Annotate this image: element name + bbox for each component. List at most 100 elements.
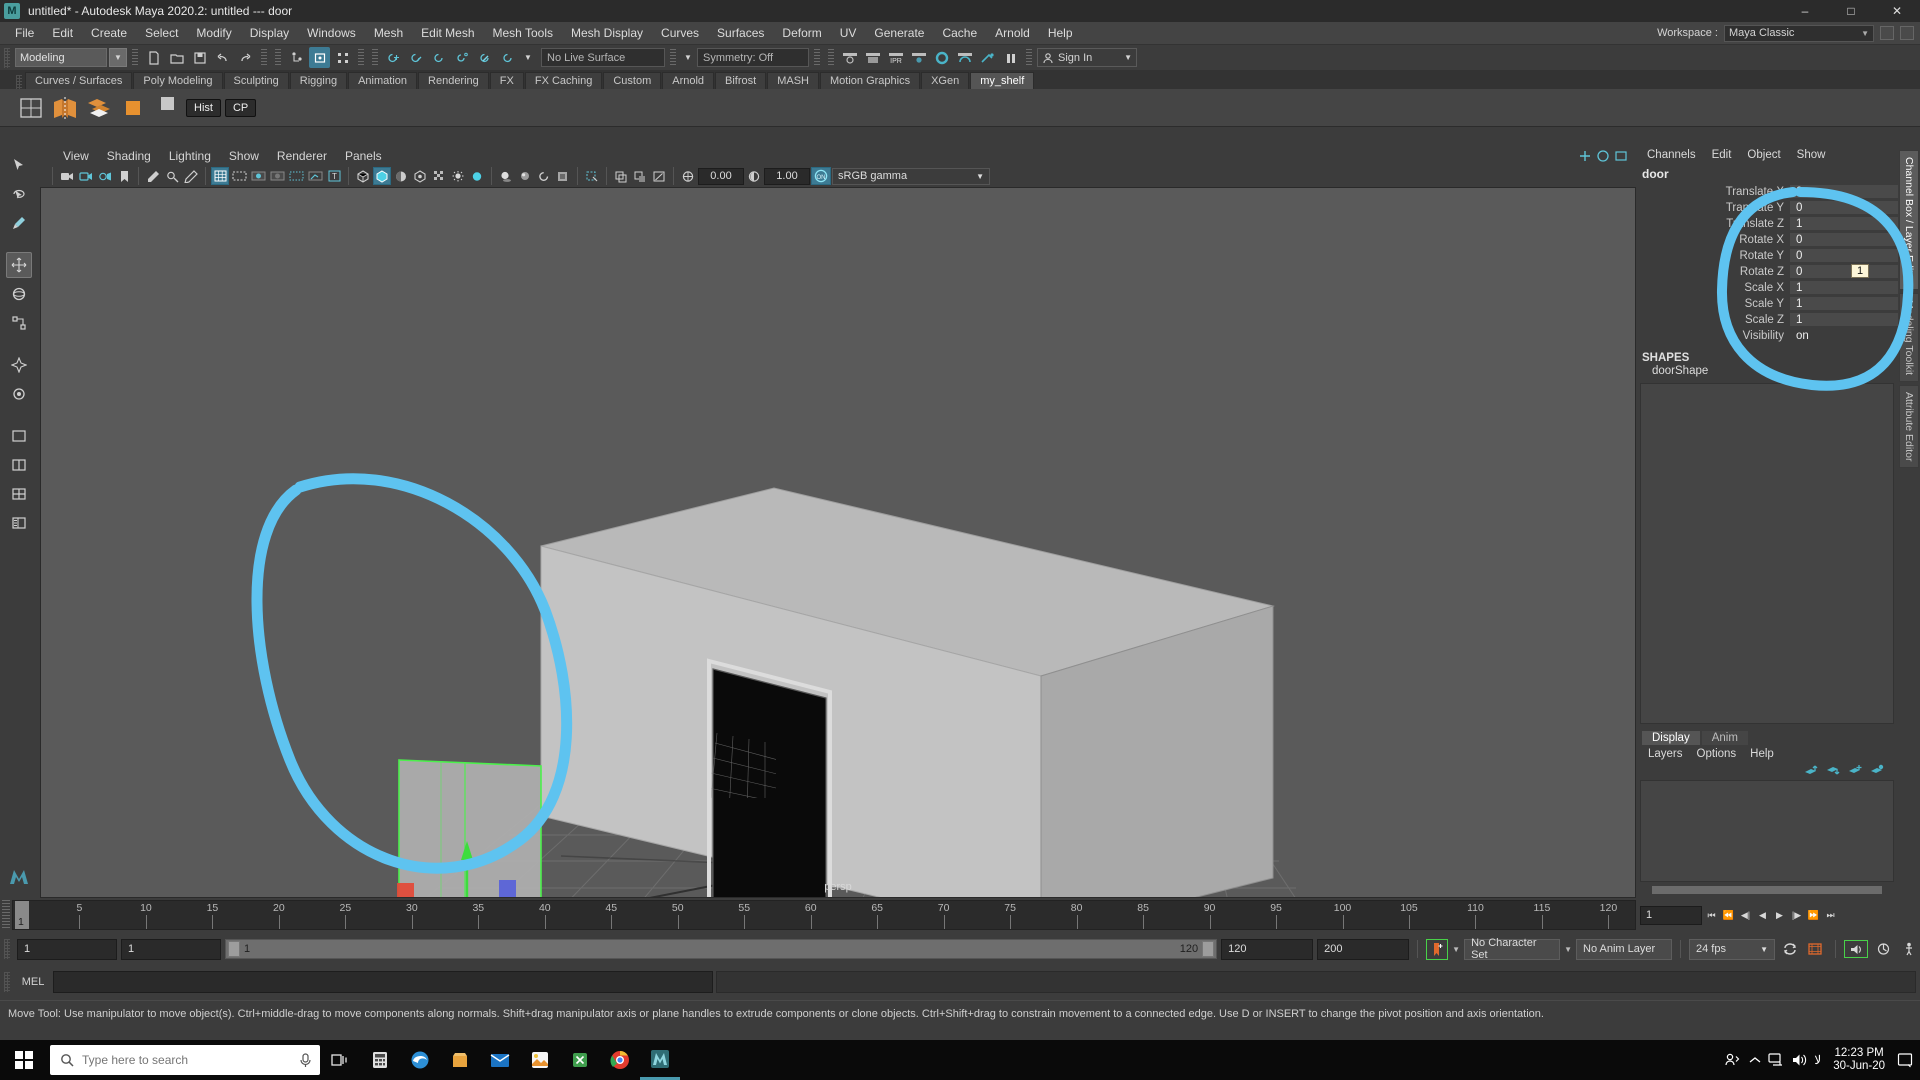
maximize-button[interactable]: □	[1828, 0, 1874, 22]
motion-blur-icon[interactable]	[535, 167, 553, 185]
menu-create[interactable]: Create	[82, 23, 136, 43]
snap-point-icon[interactable]	[429, 47, 450, 68]
poly-split-icon[interactable]	[50, 93, 80, 123]
playblast-icon[interactable]	[1805, 940, 1827, 958]
gamma-icon[interactable]	[745, 167, 763, 185]
four-pane-layout[interactable]	[6, 481, 32, 507]
ambient-occlusion-icon[interactable]	[516, 167, 534, 185]
people-icon[interactable]	[1725, 1053, 1742, 1067]
resolution-gate-icon[interactable]	[249, 167, 267, 185]
outliner-persp-layout[interactable]	[6, 510, 32, 536]
loop-icon[interactable]	[1779, 940, 1801, 958]
step-forward-frame-icon[interactable]: |▶	[1789, 906, 1804, 924]
channelbox-menu-edit[interactable]: Edit	[1705, 148, 1739, 162]
move-layer-down-icon[interactable]	[1826, 764, 1840, 776]
select-tool[interactable]	[6, 152, 32, 178]
default-light-icon[interactable]	[468, 167, 486, 185]
new-scene-icon[interactable]	[143, 47, 164, 68]
xray-icon[interactable]	[287, 167, 305, 185]
menu-deform[interactable]: Deform	[773, 23, 830, 43]
render-sequence-icon[interactable]	[977, 47, 998, 68]
tab-channel-box[interactable]: Channel Box / Layer Editor	[1899, 150, 1919, 290]
range-grip-handle[interactable]	[4, 939, 10, 959]
shelf-tab-motion-graphics[interactable]: Motion Graphics	[820, 72, 921, 89]
menu-cache[interactable]: Cache	[933, 23, 986, 43]
menu-windows[interactable]: Windows	[298, 23, 365, 43]
shelf-tab-animation[interactable]: Animation	[348, 72, 418, 89]
menu-uv[interactable]: UV	[831, 23, 866, 43]
toolbar-grip-handle[interactable]	[4, 47, 10, 68]
menu-generate[interactable]: Generate	[865, 23, 933, 43]
menu-surfaces[interactable]: Surfaces	[708, 23, 773, 43]
edge-icon[interactable]	[400, 1040, 440, 1080]
channel-value[interactable]: 0	[1790, 265, 1898, 279]
shelf-tab-fx[interactable]: FX	[489, 72, 524, 89]
chrome-icon[interactable]	[600, 1040, 640, 1080]
range-start-field[interactable]: 1	[17, 938, 117, 960]
snap-options-chevron-icon[interactable]: ▼	[521, 48, 535, 67]
menu-display[interactable]: Display	[241, 23, 298, 43]
smooth-shade-icon[interactable]	[373, 167, 391, 185]
layer-menu-options[interactable]: Options	[1691, 747, 1743, 761]
xray-duplicate-icon[interactable]	[631, 167, 649, 185]
minimize-button[interactable]: –	[1782, 0, 1828, 22]
shadows-icon[interactable]	[497, 167, 515, 185]
shelf-tab-rigging[interactable]: Rigging	[289, 72, 348, 89]
render-view-icon[interactable]	[954, 47, 975, 68]
channel-value[interactable]: 0	[1790, 233, 1898, 247]
menu-mesh-display[interactable]: Mesh Display	[562, 23, 652, 43]
viewport-sync-icon[interactable]	[1596, 149, 1610, 163]
new-layer-from-selected-icon[interactable]	[1870, 764, 1884, 776]
channel-value[interactable]: 1	[1790, 297, 1898, 311]
command-input-field[interactable]	[53, 971, 713, 993]
channel-value[interactable]: on	[1790, 329, 1898, 343]
viewport-menu-show[interactable]: Show	[220, 148, 268, 164]
search-input[interactable]	[82, 1053, 282, 1067]
open-scene-icon[interactable]	[166, 47, 187, 68]
language-indicator[interactable]: لا	[1814, 1053, 1821, 1067]
time-slider-cursor[interactable]: 1	[15, 901, 29, 929]
play-forwards-icon[interactable]: ▶	[1772, 906, 1787, 924]
shelf-tab-fx-caching[interactable]: FX Caching	[524, 72, 603, 89]
symmetry-field[interactable]: Symmetry: Off	[697, 48, 809, 67]
workspace-reset-icon[interactable]	[1900, 26, 1914, 40]
camera-lock-icon[interactable]	[77, 167, 95, 185]
select-component-icon[interactable]	[332, 47, 353, 68]
make-live-icon[interactable]	[498, 47, 519, 68]
select-hierarchy-icon[interactable]	[286, 47, 307, 68]
viewport-menu-shading[interactable]: Shading	[98, 148, 160, 164]
exposure-icon[interactable]	[679, 167, 697, 185]
current-frame-field[interactable]: 1	[1640, 905, 1702, 925]
color-orange-swatch[interactable]	[118, 93, 148, 123]
layer-menu-help[interactable]: Help	[1744, 747, 1780, 761]
shelf-tab-bifrost[interactable]: Bifrost	[715, 72, 767, 89]
excel-icon[interactable]	[560, 1040, 600, 1080]
new-layer-icon[interactable]	[1848, 764, 1862, 776]
viewport-isolate-icon[interactable]	[1578, 149, 1592, 163]
bookmark-icon[interactable]	[115, 167, 133, 185]
lasso-select-tool[interactable]	[6, 181, 32, 207]
scrollbar-thumb[interactable]	[1652, 886, 1882, 894]
textured-icon[interactable]	[411, 167, 429, 185]
range-slider[interactable]: 1 120	[225, 939, 1218, 959]
anim-preferences-icon[interactable]	[1872, 940, 1894, 958]
go-to-start-icon[interactable]: ⏮	[1704, 906, 1719, 924]
channel-value[interactable]: 1	[1790, 281, 1898, 295]
camera-attributes-icon[interactable]	[96, 167, 114, 185]
live-surface-field[interactable]: No Live Surface	[541, 48, 665, 67]
grease-pencil-icon[interactable]	[182, 167, 200, 185]
save-scene-icon[interactable]	[189, 47, 210, 68]
snap-grid-icon[interactable]	[383, 47, 404, 68]
2d-pan-zoom-icon[interactable]	[163, 167, 181, 185]
exposure-value[interactable]: 0.00	[698, 167, 744, 185]
multisample-icon[interactable]	[554, 167, 572, 185]
channelbox-menu-show[interactable]: Show	[1790, 148, 1833, 162]
hist-button[interactable]: Hist	[186, 98, 221, 117]
channel-row-scale-x[interactable]: Scale X 1	[1636, 280, 1898, 296]
layer-list-scrollbar[interactable]	[1640, 884, 1894, 896]
taskbar-search-box[interactable]	[50, 1045, 320, 1075]
image-plane-icon[interactable]	[144, 167, 162, 185]
menu-arnold[interactable]: Arnold	[986, 23, 1039, 43]
sign-in-button[interactable]: Sign In ▼	[1037, 48, 1137, 67]
notification-icon[interactable]	[1897, 1052, 1914, 1068]
